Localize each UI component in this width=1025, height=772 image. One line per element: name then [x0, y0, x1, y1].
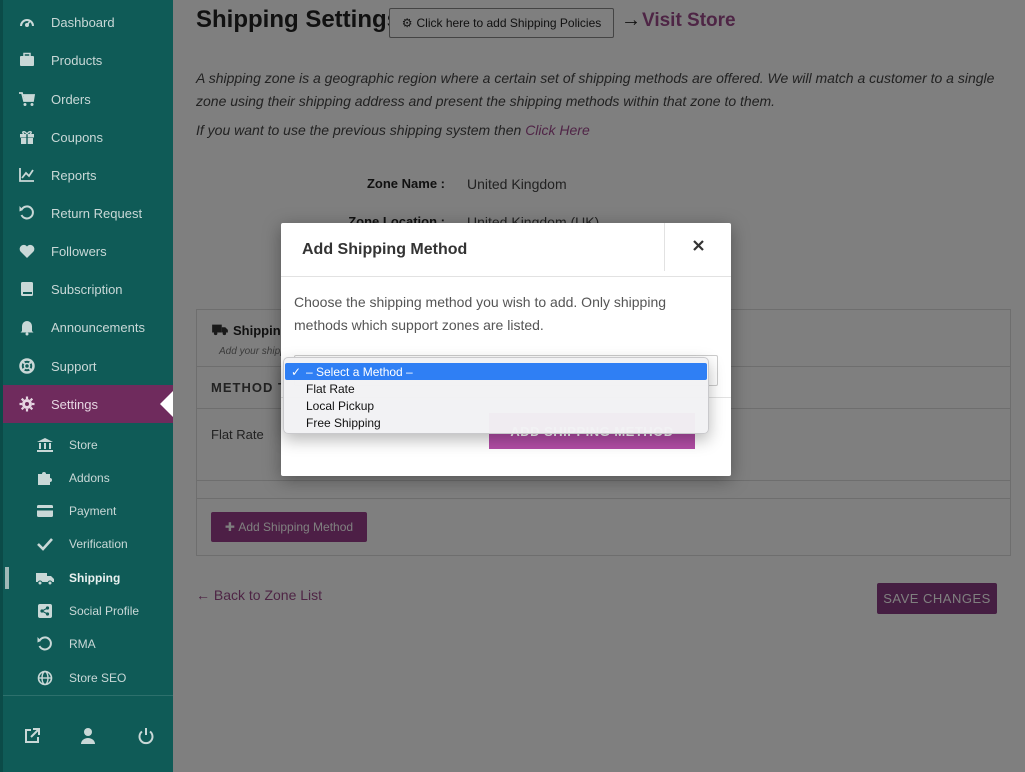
sidebar-subitem-store-seo[interactable]: Store SEO: [3, 661, 173, 694]
close-button[interactable]: [664, 223, 731, 271]
sidebar-item-dashboard[interactable]: Dashboard: [3, 3, 173, 41]
sidebar-subitem-verification[interactable]: Verification: [3, 527, 173, 560]
undo-icon: [35, 635, 55, 653]
sidebar-item-label: Coupons: [51, 129, 104, 145]
gear-icon: [17, 394, 37, 414]
briefcase-icon: [17, 50, 37, 70]
sidebar-item-products[interactable]: Products: [3, 41, 173, 79]
sidebar-item-label: Followers: [51, 243, 107, 259]
power-icon[interactable]: [137, 727, 155, 745]
sidebar-divider: [3, 695, 173, 696]
sidebar-item-settings[interactable]: Settings: [3, 385, 173, 423]
sidebar-item-reports[interactable]: Reports: [3, 156, 173, 194]
book-icon: [17, 279, 37, 299]
puzzle-icon: [35, 469, 55, 487]
user-icon[interactable]: [79, 727, 97, 745]
chart-line-icon: [17, 165, 37, 185]
sidebar-item-return-request[interactable]: Return Request: [3, 194, 173, 232]
dropdown-option-local-pickup[interactable]: Local Pickup: [285, 397, 707, 414]
sidebar-subitem-social-profile[interactable]: Social Profile: [3, 594, 173, 627]
bell-icon: [17, 317, 37, 337]
sidebar-subitem-label: Store: [69, 437, 98, 452]
dashboard-icon: [17, 12, 37, 32]
share-icon: [35, 602, 55, 620]
shipping-method-dropdown: ✓ – Select a Method – Flat Rate Local Pi…: [283, 357, 709, 434]
university-icon: [35, 436, 55, 454]
sidebar-subitem-label: Payment: [69, 503, 117, 518]
sidebar-item-label: Subscription: [51, 281, 123, 297]
close-icon: [692, 238, 704, 256]
sidebar-subitem-label: Addons: [69, 470, 110, 485]
sidebar-item-label: Orders: [51, 91, 91, 107]
option-label: Flat Rate: [306, 381, 355, 396]
modal-description: Choose the shipping method you wish to a…: [294, 294, 667, 333]
sidebar-item-subscription[interactable]: Subscription: [3, 270, 173, 308]
gift-icon: [17, 127, 37, 147]
sidebar-item-label: Settings: [51, 396, 98, 412]
external-link-icon[interactable]: [23, 727, 41, 745]
truck-icon: [35, 569, 55, 587]
sidebar-item-label: Products: [51, 52, 103, 68]
sidebar-item-support[interactable]: Support: [3, 347, 173, 385]
checkmark-icon: ✓: [291, 364, 302, 379]
sidebar-subitem-rma[interactable]: RMA: [3, 627, 173, 660]
option-label: – Select a Method –: [306, 364, 413, 379]
sidebar-item-orders[interactable]: Orders: [3, 80, 173, 118]
dropdown-option-select-a-method[interactable]: ✓ – Select a Method –: [285, 363, 707, 380]
credit-card-icon: [35, 502, 55, 520]
sidebar-item-label: Reports: [51, 167, 97, 183]
sidebar-item-announcements[interactable]: Announcements: [3, 308, 173, 346]
cart-icon: [17, 89, 37, 109]
globe-icon: [35, 669, 55, 687]
option-label: Free Shipping: [306, 415, 381, 430]
modal-title: Add Shipping Method: [302, 241, 468, 258]
heart-icon: [17, 241, 37, 261]
sidebar-item-label: Return Request: [51, 205, 143, 221]
sidebar-subitem-shipping[interactable]: Shipping: [3, 561, 173, 594]
sidebar-item-label: Support: [51, 358, 97, 374]
lifebuoy-icon: [17, 356, 37, 376]
check-icon: [35, 535, 55, 553]
sidebar-subitem-payment[interactable]: Payment: [3, 494, 173, 527]
dropdown-option-free-shipping[interactable]: Free Shipping: [285, 414, 707, 431]
sidebar-item-coupons[interactable]: Coupons: [3, 118, 173, 156]
sidebar-item-label: Announcements: [51, 319, 145, 335]
sidebar-subitem-label: Verification: [69, 536, 128, 551]
sidebar: Dashboard Products Orders Coupons Report…: [0, 0, 173, 772]
sidebar-item-followers[interactable]: Followers: [3, 232, 173, 270]
add-shipping-method-modal: Add Shipping Method Choose the shipping …: [281, 223, 731, 476]
sidebar-subitem-label: Store SEO: [69, 670, 127, 685]
modal-header: Add Shipping Method: [281, 223, 731, 277]
dropdown-option-flat-rate[interactable]: Flat Rate: [285, 380, 707, 397]
sidebar-subitem-label: Social Profile: [69, 603, 140, 618]
sidebar-subitem-store[interactable]: Store: [3, 428, 173, 461]
current-marker: [5, 567, 9, 589]
sidebar-subitem-addons[interactable]: Addons: [3, 461, 173, 494]
undo-icon: [17, 203, 37, 223]
sidebar-item-label: Dashboard: [51, 14, 115, 30]
sidebar-subitem-label: RMA: [69, 636, 96, 651]
sidebar-subitem-label: Shipping: [69, 570, 121, 585]
option-label: Local Pickup: [306, 398, 375, 413]
active-pointer: [160, 391, 173, 417]
